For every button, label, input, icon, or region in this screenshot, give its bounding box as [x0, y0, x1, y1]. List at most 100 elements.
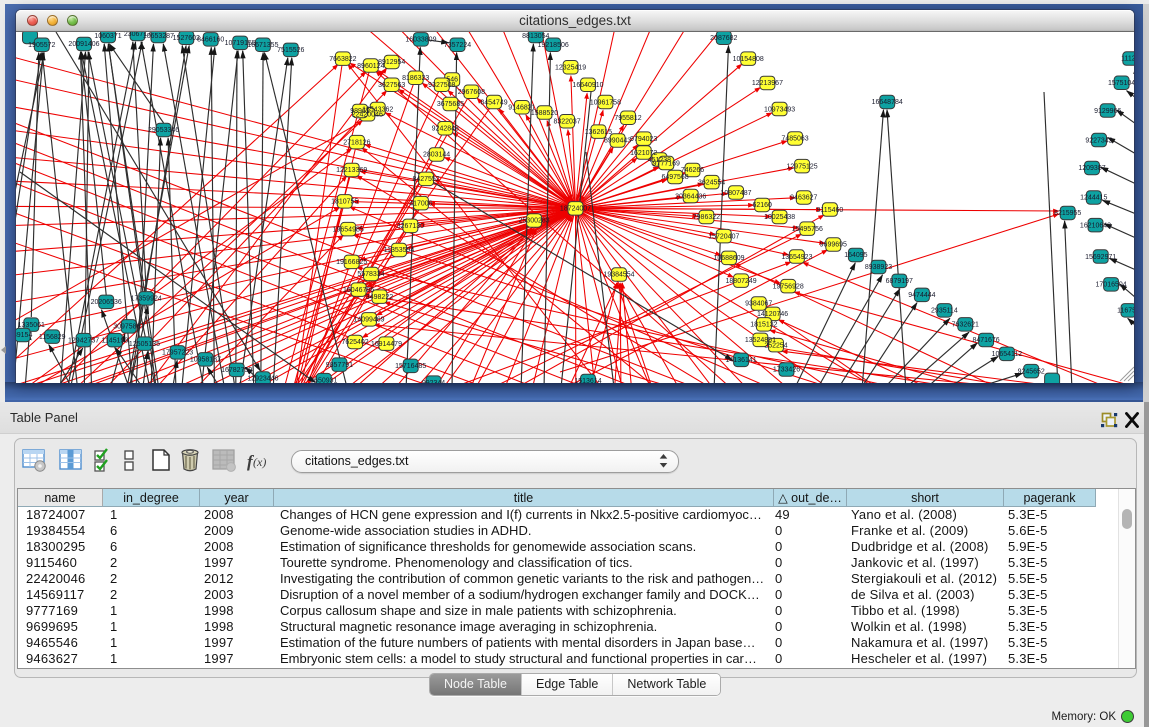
svg-text:2967608: 2967608 — [458, 89, 485, 96]
svg-text:9129966: 9129966 — [1094, 108, 1121, 115]
svg-text:7485063: 7485063 — [781, 136, 808, 143]
svg-text:9327508: 9327508 — [428, 82, 455, 89]
svg-text:15692971: 15692971 — [1085, 254, 1116, 261]
svg-text:98961: 98961 — [350, 108, 370, 115]
svg-text:7515526: 7515526 — [277, 47, 304, 54]
svg-text:16210643: 16210643 — [1080, 222, 1111, 229]
svg-text:8215955: 8215955 — [1054, 210, 1081, 217]
svg-text:10807487: 10807487 — [720, 190, 751, 197]
svg-text:15716485: 15716485 — [395, 363, 426, 370]
svg-text:12923446: 12923446 — [247, 376, 278, 383]
svg-text:8454749: 8454749 — [480, 99, 507, 106]
svg-text:2935114: 2935114 — [931, 308, 958, 315]
svg-text:1244415: 1244415 — [1080, 195, 1107, 202]
svg-text:6497568: 6497568 — [661, 174, 688, 181]
svg-text:18807249: 18807249 — [726, 278, 757, 285]
svg-text:1810755: 1810755 — [331, 199, 358, 206]
svg-text:9146821: 9146821 — [508, 105, 535, 112]
svg-text:1209387: 1209387 — [1078, 165, 1105, 172]
svg-text:1145193: 1145193 — [102, 337, 129, 344]
svg-text:8466160: 8466160 — [197, 37, 224, 44]
svg-text:8813054: 8813054 — [522, 33, 549, 40]
svg-text:8427552: 8427552 — [412, 176, 439, 183]
svg-text:164095: 164095 — [844, 252, 867, 259]
svg-text:15495756: 15495756 — [792, 226, 823, 233]
svg-text:12213967: 12213967 — [752, 80, 783, 87]
svg-text:992344: 992344 — [422, 380, 445, 383]
svg-text:9777169: 9777169 — [653, 160, 680, 167]
svg-text:7955812: 7955812 — [614, 115, 641, 122]
svg-text:1513614: 1513614 — [574, 378, 601, 383]
svg-text:17016504: 17016504 — [1096, 282, 1127, 289]
svg-text:2087682: 2087682 — [710, 35, 737, 42]
svg-text:7663822: 7663822 — [329, 56, 356, 63]
svg-text:8471676: 8471676 — [972, 337, 999, 344]
svg-text:12942737: 12942737 — [68, 337, 99, 344]
svg-text:1905572: 1905572 — [28, 42, 55, 49]
svg-text:16648784: 16648784 — [872, 99, 903, 106]
svg-text:16046786: 16046786 — [343, 287, 374, 294]
svg-text:19166825: 19166825 — [336, 259, 367, 266]
svg-text:10653287: 10653287 — [143, 33, 174, 40]
svg-text:3675685: 3675685 — [437, 101, 464, 108]
svg-text:3267130: 3267130 — [397, 223, 424, 230]
svg-text:16033809: 16033809 — [405, 37, 436, 44]
svg-text:2718126: 2718126 — [343, 139, 370, 146]
svg-text:8186323: 8186323 — [402, 75, 429, 82]
svg-text:8990443: 8990443 — [604, 138, 631, 145]
svg-text:12975125: 12975125 — [787, 163, 818, 170]
svg-text:7632621: 7632621 — [952, 322, 979, 329]
svg-text:39154: 39154 — [16, 332, 32, 339]
svg-text:16782759: 16782759 — [221, 367, 252, 374]
svg-text:9474444: 9474444 — [908, 292, 935, 299]
svg-text:8322037: 8322037 — [553, 119, 580, 126]
svg-text:25300283: 25300283 — [519, 218, 550, 225]
svg-text:252254: 252254 — [764, 342, 787, 349]
svg-text:1335061: 1335061 — [18, 322, 45, 329]
svg-text:20206536: 20206536 — [91, 299, 122, 306]
svg-text:6879197: 6879197 — [886, 278, 913, 285]
svg-text:20091406: 20091406 — [68, 41, 99, 48]
svg-text:1815132: 1815132 — [750, 322, 777, 329]
svg-text:10654112: 10654112 — [992, 351, 1023, 358]
svg-text:5578334: 5578334 — [357, 271, 384, 278]
svg-text:9699695: 9699695 — [820, 242, 847, 249]
svg-text:9857791: 9857791 — [326, 362, 353, 369]
svg-text:12325419: 12325419 — [555, 65, 586, 72]
svg-text:14120746: 14120746 — [757, 311, 788, 318]
svg-text:1621072: 1621072 — [630, 150, 657, 157]
svg-text:9463627: 9463627 — [790, 195, 817, 202]
svg-text:11124: 11124 — [1121, 56, 1134, 63]
svg-text:10961758: 10961758 — [590, 99, 621, 106]
svg-text:2803144: 2803144 — [423, 152, 450, 159]
svg-text:19384554: 19384554 — [603, 272, 634, 279]
svg-text:10025438: 10025438 — [764, 214, 795, 221]
svg-text:7986322: 7986322 — [693, 214, 720, 221]
svg-text:1060371: 1060371 — [94, 33, 121, 40]
svg-text:9227342: 9227342 — [1085, 137, 1112, 144]
svg-text:8938923: 8938923 — [865, 264, 892, 271]
svg-text:7357224: 7357224 — [444, 42, 471, 49]
svg-text:9115460: 9115460 — [817, 207, 844, 214]
svg-text:10154808: 10154808 — [733, 56, 764, 63]
svg-text:9384067: 9384067 — [745, 301, 772, 308]
svg-text:9242848: 9242848 — [432, 125, 459, 132]
svg-text:1362615: 1362615 — [585, 129, 612, 136]
svg-text:3498222: 3498222 — [366, 294, 393, 301]
svg-text:1733426: 1733426 — [773, 367, 800, 374]
svg-text:13654923: 13654923 — [781, 254, 812, 261]
svg-text:16914479: 16914479 — [371, 341, 402, 348]
svg-text:11353594: 11353594 — [384, 247, 415, 254]
svg-text:3627563: 3627563 — [378, 82, 405, 89]
svg-text:9650931: 9650931 — [310, 377, 337, 383]
svg-text:19756928: 19756928 — [773, 283, 804, 290]
svg-text:20364436: 20364436 — [675, 193, 706, 200]
svg-text:1575104: 1575104 — [1108, 80, 1134, 87]
svg-text:7625402: 7625402 — [341, 339, 368, 346]
svg-text:417006: 417006 — [409, 200, 432, 207]
svg-text:3624554: 3624554 — [698, 179, 725, 186]
svg-text:10973493: 10973493 — [764, 106, 795, 113]
svg-text:19654985: 19654985 — [333, 226, 364, 233]
svg-text:746266: 746266 — [681, 167, 704, 174]
svg-text:9794023: 9794023 — [630, 136, 657, 143]
